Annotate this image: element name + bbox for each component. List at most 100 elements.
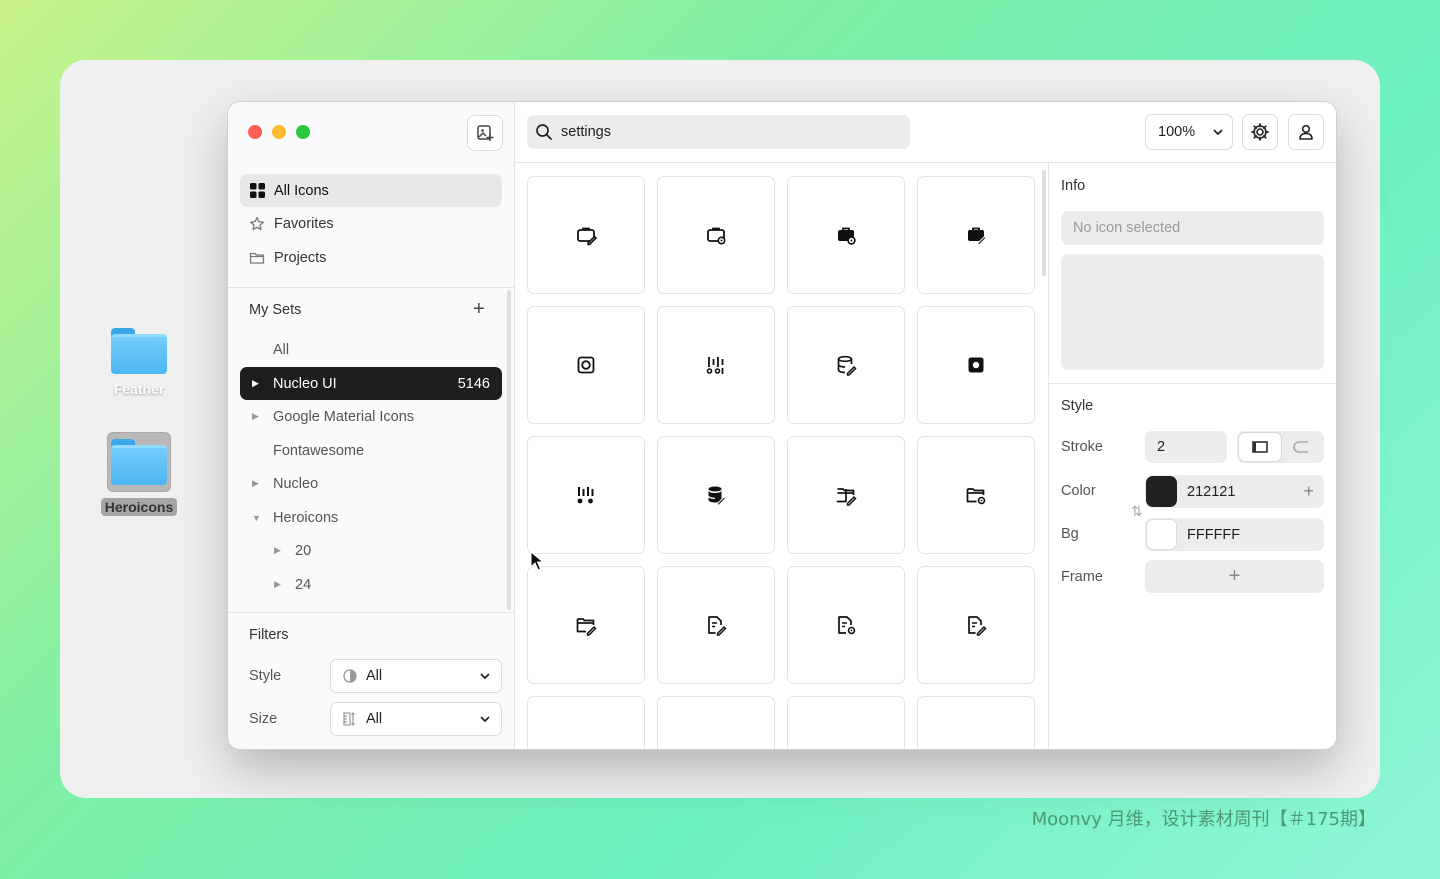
desktop-folder-heroicons[interactable]: Heroicons — [94, 432, 184, 517]
frame-label: Frame — [1061, 569, 1103, 585]
icon-tile[interactable] — [787, 176, 905, 294]
stroke-square-icon — [1251, 441, 1268, 453]
square-target-icon — [577, 356, 595, 374]
bg-swatch[interactable] — [1146, 519, 1177, 550]
set-item-heroicons-20[interactable]: ▶ 20 — [240, 534, 502, 567]
disclosure-triangle-icon[interactable]: ▶ — [274, 579, 286, 590]
briefcase-gear-filled-icon — [838, 227, 856, 245]
set-item-google-material-icons[interactable]: ▶ Google Material Icons — [240, 400, 502, 433]
watermark-text: Moonvy 月维，设计素材周刊【＃175期】 — [1031, 809, 1376, 830]
disclosure-triangle-icon[interactable]: ▶ — [252, 411, 264, 422]
icon-tile[interactable] — [657, 566, 775, 684]
briefcase-pen-filled-icon — [968, 227, 987, 245]
stroke-label: Stroke — [1061, 439, 1103, 455]
sidebar-scrollbar[interactable] — [507, 290, 511, 610]
folder-gear-icon — [966, 488, 986, 505]
bg-label: Bg — [1061, 526, 1079, 542]
new-icon-set-button[interactable] — [467, 115, 503, 151]
divider — [228, 612, 514, 613]
folder-label: Feather — [113, 381, 165, 397]
color-hex: 212121 — [1187, 483, 1236, 500]
style-filter-label: Style — [249, 668, 282, 684]
set-item-nucleo[interactable]: ▶ Nucleo — [240, 467, 502, 500]
icon-tile[interactable] — [917, 696, 1035, 749]
icon-tile[interactable] — [527, 696, 645, 749]
account-button[interactable] — [1288, 114, 1324, 150]
briefcase-gear-icon — [707, 227, 726, 245]
disclosure-triangle-icon[interactable]: ▶ — [252, 478, 264, 489]
icon-tile[interactable] — [917, 566, 1035, 684]
icon-tile[interactable] — [787, 306, 905, 424]
inspector-panel: Info No icon selected Style Stroke 2 Col… — [1048, 163, 1336, 749]
stroke-value: 2 — [1157, 439, 1166, 455]
nav-favorites[interactable]: Favorites — [240, 207, 502, 240]
icon-tile[interactable] — [657, 176, 775, 294]
set-label: Nucleo — [273, 475, 319, 492]
desktop-folder-feather[interactable]: Feather — [94, 328, 184, 399]
style-half-circle-icon — [343, 669, 357, 683]
grid-scrollbar[interactable] — [1042, 170, 1046, 276]
color-field[interactable]: 212121 + — [1145, 475, 1324, 508]
icon-tile[interactable] — [917, 176, 1035, 294]
grid-icon — [249, 183, 265, 199]
size-filter-label: Size — [249, 711, 278, 727]
icon-tile[interactable] — [917, 436, 1035, 554]
nav-label: Projects — [274, 249, 327, 266]
style-filter-select[interactable]: All — [330, 659, 502, 693]
search-input[interactable]: settings — [527, 115, 910, 149]
square-dot-filled-icon — [968, 357, 984, 373]
add-frame-button[interactable]: + — [1145, 560, 1324, 593]
swap-colors-icon[interactable]: ⇅ — [1131, 503, 1143, 520]
color-swatch[interactable] — [1146, 476, 1177, 507]
set-item-nucleo-ui[interactable]: ▶ Nucleo UI 5146 — [240, 367, 502, 400]
divider — [228, 287, 514, 288]
zoom-select[interactable]: 100% — [1145, 114, 1233, 150]
set-label: 20 — [295, 542, 312, 559]
stroke-outside-option[interactable] — [1239, 433, 1281, 461]
chevron-down-icon — [1212, 126, 1224, 138]
icon-tile[interactable] — [787, 436, 905, 554]
search-icon — [535, 123, 553, 141]
disclosure-triangle-icon[interactable]: ▶ — [274, 545, 286, 556]
minimize-window-button[interactable] — [272, 125, 286, 139]
set-item-all[interactable]: All — [240, 333, 502, 366]
set-count: 5146 — [457, 375, 490, 392]
icon-tile[interactable] — [657, 696, 775, 749]
file-gear-icon — [838, 616, 856, 635]
set-item-heroicons-24[interactable]: ▶ 24 — [240, 568, 502, 601]
chevron-down-icon — [479, 713, 491, 725]
nav-label: All Icons — [274, 182, 329, 199]
stroke-round-icon — [1293, 441, 1309, 453]
bg-color-field[interactable]: FFFFFF — [1145, 518, 1324, 551]
settings-button[interactable] — [1242, 114, 1278, 150]
icon-tile[interactable] — [657, 436, 775, 554]
nav-projects[interactable]: Projects — [240, 241, 502, 274]
icon-tile[interactable] — [527, 176, 645, 294]
icon-tile[interactable] — [527, 566, 645, 684]
disclosure-triangle-icon[interactable]: ▼ — [252, 513, 264, 523]
set-label: Nucleo UI — [273, 375, 337, 392]
add-color-icon[interactable]: + — [1303, 481, 1314, 502]
icon-tile[interactable] — [657, 306, 775, 424]
folder-icon — [249, 250, 265, 266]
database-pen-icon — [837, 355, 857, 376]
image-add-icon — [477, 125, 494, 141]
disclosure-triangle-icon[interactable]: ▶ — [252, 378, 264, 389]
nav-all-icons[interactable]: All Icons — [240, 174, 502, 207]
size-filter-select[interactable]: All — [330, 702, 502, 736]
icon-tile[interactable] — [787, 566, 905, 684]
icon-tile[interactable] — [917, 306, 1035, 424]
set-item-heroicons[interactable]: ▼ Heroicons — [240, 501, 502, 534]
set-label: 24 — [295, 576, 312, 593]
folder-label: Heroicons — [100, 498, 178, 516]
color-label: Color — [1061, 483, 1096, 499]
icon-tile[interactable] — [787, 696, 905, 749]
icon-tile[interactable] — [527, 436, 645, 554]
close-window-button[interactable] — [248, 125, 262, 139]
icon-tile[interactable] — [527, 306, 645, 424]
set-item-fontawesome[interactable]: Fontawesome — [240, 434, 502, 467]
add-set-button[interactable]: + — [473, 298, 485, 321]
zoom-window-button[interactable] — [296, 125, 310, 139]
stroke-round-option[interactable] — [1281, 433, 1323, 461]
stroke-width-input[interactable]: 2 — [1145, 431, 1227, 463]
